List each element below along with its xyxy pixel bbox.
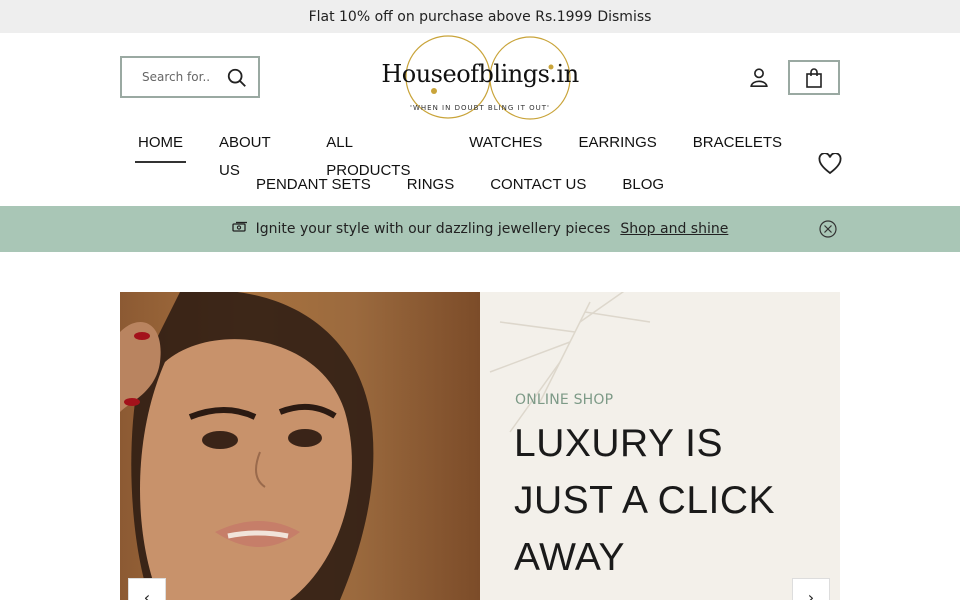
shop-and-shine-link[interactable]: Shop and shine [620, 221, 728, 237]
nav-item-about-us[interactable]: ABOUT US [201, 129, 308, 179]
slider-next-button[interactable]: › [792, 578, 830, 600]
hero-headline-tail: AWAY [514, 536, 626, 579]
wishlist-heart-icon[interactable] [818, 153, 842, 175]
close-icon[interactable] [819, 220, 837, 238]
main-nav-row-1: HOME ABOUT US ALL PRODUCTS WATCHES EARRI… [120, 129, 800, 179]
search-box[interactable]: Search for.. [120, 56, 260, 98]
site-logo[interactable]: Houseofblings.in 'WHEN IN DOUBT BLING IT… [370, 35, 590, 121]
hero-model-image [120, 292, 480, 600]
hero-headline: LUXURY IS JUST A CLICK AWAY [514, 415, 814, 586]
nav-item-home[interactable]: HOME [120, 129, 201, 163]
hero-text-panel: ONLINE SHOP LUXURY IS JUST A CLICK AWAY [480, 292, 840, 600]
hero-eyebrow: ONLINE SHOP [515, 392, 614, 408]
search-icon[interactable] [226, 67, 248, 89]
main-nav-row-2: PENDANT SETS RINGS CONTACT US BLOG [120, 171, 800, 201]
site-header: Search for.. Houseofblings.in 'WHEN IN D… [0, 33, 960, 206]
logo-tagline: 'WHEN IN DOUBT BLING IT OUT' [410, 104, 550, 112]
gem-icon [232, 221, 248, 237]
announcement-text: Flat 10% off on purchase above Rs.1999 [308, 8, 593, 25]
cart-button[interactable] [788, 60, 840, 95]
nav-item-contact-us[interactable]: CONTACT US [472, 171, 604, 201]
nav-item-all-products[interactable]: ALL PRODUCTS [308, 129, 451, 179]
announcement-bar: Flat 10% off on purchase above Rs.1999 D… [0, 0, 960, 33]
promo-text: Ignite your style with our dazzling jewe… [255, 221, 611, 237]
nav-item-blog[interactable]: BLOG [604, 171, 682, 201]
shopping-bag-icon [806, 67, 822, 88]
hero-headline-text: LUXURY IS JUST A CLICK [514, 422, 776, 522]
hero-slider: ONLINE SHOP LUXURY IS JUST A CLICK AWAY … [120, 292, 840, 600]
slider-prev-button[interactable]: ‹ [128, 578, 166, 600]
nav-item-rings[interactable]: RINGS [389, 171, 473, 201]
nav-item-pendant-sets[interactable]: PENDANT SETS [238, 171, 389, 201]
user-account-icon[interactable] [748, 66, 770, 88]
dismiss-link[interactable]: Dismiss [597, 9, 651, 25]
logo-wordmark: Houseofblings.in [381, 60, 579, 88]
nav-item-bracelets[interactable]: BRACELETS [675, 129, 800, 159]
nav-item-earrings[interactable]: EARRINGS [560, 129, 674, 159]
promo-banner: Ignite your style with our dazzling jewe… [0, 206, 960, 252]
nav-item-watches[interactable]: WATCHES [451, 129, 560, 159]
